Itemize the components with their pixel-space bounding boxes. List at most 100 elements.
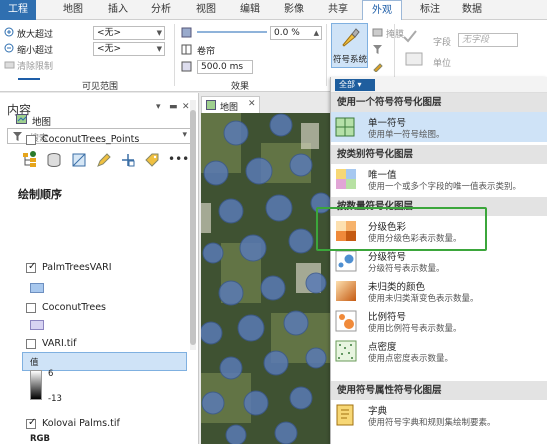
gallery-item-name: 点密度 [368,342,397,353]
tab-appearance[interactable]: 外观 [362,0,402,21]
legend-high-value: 6 [48,369,54,379]
tab-insert[interactable]: 插入 [100,0,136,20]
selected-layer-row[interactable] [22,352,187,371]
tab-edit[interactable]: 编辑 [232,0,268,20]
transparency-icon [181,27,192,38]
flicker-unit: ms [229,62,244,72]
tab-data[interactable]: 数据 [454,0,490,20]
tab-project[interactable]: 工程 [0,0,36,20]
close-icon[interactable]: ✕ [248,99,256,109]
swipe-label[interactable]: 卷帘 [197,44,215,57]
map-canvas[interactable] [201,113,331,444]
gallery-filter-label: 全部 [339,80,355,89]
layer-coconuttrees-points[interactable]: CoconutTrees_Points [42,134,139,145]
layer-visibility-checkbox[interactable] [26,135,36,145]
symbology-button-label: 符号系统 [333,55,368,65]
ribbon-divider [326,24,327,86]
tab-analysis[interactable]: 分析 [143,0,179,20]
gallery-item-unclassed-colors[interactable]: 未归类的颜色 使用未归类渐变色表示数量。 [331,276,547,306]
section-single-symbol-heading: 使用一个符号符号化图层 [331,93,547,112]
stretch-color-ramp[interactable] [30,370,42,400]
aerial-imagery [201,113,331,444]
gallery-item-desc: 使用一个或多个字段的唯一值表示类别。 [368,182,522,192]
max-scale-combo[interactable]: <无> ▼ [93,42,165,56]
gallery-item-desc: 使用未归类渐变色表示数量。 [368,294,479,304]
layer-visibility-checkbox[interactable] [26,261,36,273]
min-scale-value: <无> [97,28,122,38]
labeling-icon[interactable] [144,152,160,168]
filter-icon [373,45,382,54]
legend-value-label: 值 [30,358,39,368]
ribbon-tab-bar: 工程 地图 插入 分析 视图 编辑 影像 共享 外观 标注 数据 [0,0,547,21]
editing-icon[interactable] [96,152,112,168]
swipe-icon [181,44,192,55]
field-placeholder: 无字段 [462,35,490,45]
zoom-in-beyond-icon [4,27,14,37]
transparency-field[interactable]: 0.0 % ▲ [270,26,322,40]
drawing-order-heading: 绘制顺序 [18,188,62,201]
clear-limits-icon [4,61,15,69]
edit-pencil-icon [373,63,383,72]
symbology-button[interactable]: 符号系统 [331,23,368,68]
section-attributes-heading: 使用符号属性符号化图层 [331,381,547,400]
tab-share[interactable]: 共享 [320,0,356,20]
layer-vari-tif[interactable]: VARI.tif [42,338,77,349]
tab-labeling[interactable]: 标注 [412,0,448,20]
gallery-item-single-symbol[interactable]: 单一符号 使用单一符号绘图。 [331,112,547,142]
map-view-tab[interactable]: 地图 ✕ [201,96,260,113]
map-icon [16,114,27,124]
highlight-annotation-box [316,207,487,251]
zoom-out-beyond-label[interactable]: 缩小超过 [17,43,53,56]
transparency-slider[interactable] [197,31,267,33]
contents-scrollbar-thumb[interactable] [190,110,196,345]
clear-limits-label[interactable]: 清除限制 [17,59,53,72]
layer-kolovai-palms-tif[interactable]: Kolovai Palms.tif [42,418,120,429]
gallery-item-unique-values[interactable]: 唯一值 使用一个或多个字段的唯一值表示类别。 [331,164,547,194]
gallery-item-dictionary[interactable]: 字典 使用符号字典和规则集绘制要素。 [331,400,547,430]
pin-icon[interactable]: ▬ [169,102,178,112]
filter-icon [13,132,22,141]
tab-map[interactable]: 地图 [55,0,91,20]
layer-palmtreesvari[interactable]: PalmTreesVARI [42,262,112,273]
selection-icon[interactable] [71,152,87,168]
point-symbol-swatch[interactable] [30,151,36,157]
proportional-symbols-icon [335,310,357,332]
max-scale-value: <无> [97,44,122,54]
layer-visibility-checkbox[interactable] [26,339,36,349]
gallery-item-dot-density[interactable]: 点密度 使用点密度表示数量。 [331,336,547,366]
gallery-item-name: 字典 [368,406,388,417]
pane-menu-icon[interactable]: ▾ [156,102,161,112]
gallery-item-desc: 使用单一符号绘图。 [368,130,445,140]
check-icon [403,30,417,43]
ribbon-divider [174,24,175,86]
layer-visibility-checkbox[interactable] [26,303,36,313]
data-source-icon[interactable] [46,152,62,168]
tab-imagery[interactable]: 影像 [276,0,312,20]
search-dropdown-icon[interactable]: ▾ [182,130,187,140]
snapping-icon[interactable] [120,152,136,168]
close-icon[interactable]: ✕ [182,102,190,112]
polygon-symbol-swatch[interactable] [30,283,44,293]
visible-range-group-label: 可见范围 [81,82,118,92]
masking-icon [372,28,383,37]
gallery-filter-dropdown[interactable]: 全部 ▾ [335,79,375,91]
section-categories-heading: 按类别符号化图层 [331,145,547,164]
gallery-item-proportional-symbols[interactable]: 比例符号 使用比例符号表示数量。 [331,306,547,336]
gallery-item-name: 比例符号 [368,312,407,323]
more-options-icon[interactable]: ••• [168,152,189,166]
transparency-value: 0.0 [274,28,289,38]
tab-view[interactable]: 视图 [188,0,224,20]
layer-coconuttrees[interactable]: CoconutTrees [42,302,106,313]
layer-map-label[interactable]: 地图 [32,114,51,128]
unit-label: 单位 [433,59,452,69]
symbology-gallery: 全部 ▾ 使用一个符号符号化图层 单一符号 使用单一符号绘图。 按类别符号化图层… [330,77,547,444]
min-scale-combo[interactable]: <无> ▼ [93,26,165,40]
flicker-rate-field[interactable]: 500.0 ms [197,60,253,74]
field-combo[interactable]: 无字段 [458,33,518,47]
polygon-symbol-swatch[interactable] [30,320,44,330]
zoom-in-beyond-label[interactable]: 放大超过 [17,27,53,40]
map-tab-label: 地图 [220,103,239,113]
chevron-down-icon: ▼ [156,29,162,37]
layer-visibility-checkbox[interactable] [26,417,36,429]
field-label: 字段 [433,38,452,48]
